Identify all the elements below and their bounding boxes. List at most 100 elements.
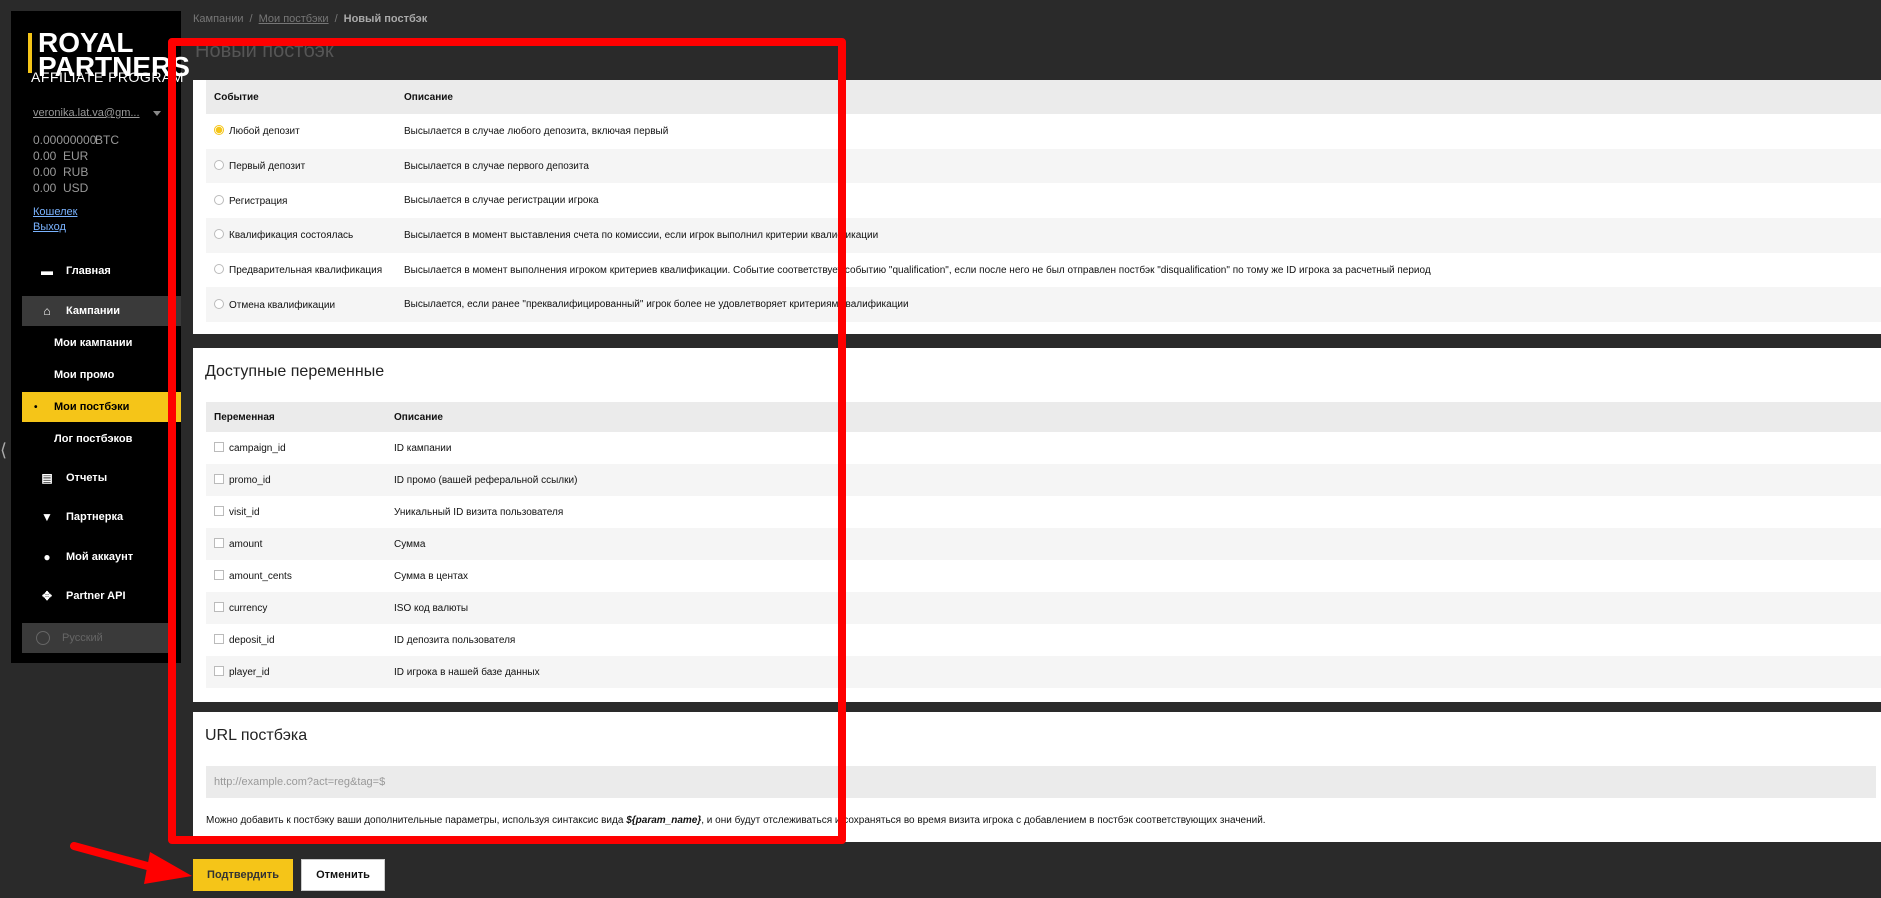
variable-name: currency [229,603,268,614]
nav-my-promo[interactable]: Мои промо [22,360,181,390]
help-text-part: , и они будут отслеживаться и сохранятьс… [701,815,1266,826]
breadcrumb-campaigns[interactable]: Кампании [193,13,244,25]
nav-partner[interactable]: ▼ Партнерка [22,502,181,532]
variable-cell[interactable]: deposit_id [206,624,386,656]
nav-label: Отчеты [66,472,108,484]
variable-checkbox[interactable] [214,602,224,612]
table-row[interactable]: visit_id Уникальный ID визита пользовател… [206,496,1881,528]
variable-name: player_id [229,667,270,678]
url-panel: URL постбэка http://example.com?act=reg&… [193,712,1881,842]
table-row[interactable]: Квалификация состоялась Высылается в моме… [206,218,1881,253]
event-radio[interactable] [214,229,224,240]
campaigns-icon: ⌂ [43,304,51,318]
table-row[interactable]: Первый депозит Высылается в случае первог… [206,148,1881,184]
nav-reports[interactable]: ▤ Отчеты [22,463,181,493]
column-header-description: Описание [396,80,1881,114]
balance-btc: 0.00000000 BTC [33,133,119,147]
nav-my-postbacks[interactable]: Мои постбэки [22,392,181,422]
nav-home[interactable]: ▬ Главная [22,256,181,286]
variable-cell[interactable]: campaign_id [206,432,386,464]
variable-name: amount_cents [229,571,292,582]
nav-postback-log[interactable]: Лог постбэков [22,424,181,454]
nav-account[interactable]: ● Мой аккаунт [22,542,181,572]
wallet-link[interactable]: Кошелек [33,206,77,218]
home-icon: ▬ [41,264,53,278]
variable-checkbox[interactable] [214,570,224,580]
variables-title: Доступные переменные [205,363,385,380]
table-row[interactable]: amount Сумма [206,528,1881,560]
event-cell[interactable]: Регистрация [206,183,396,218]
event-cell[interactable]: Отмена квалификации [206,287,396,323]
table-row[interactable]: Любой депозит Высылается в случае любого … [206,114,1881,149]
table-row[interactable]: Отмена квалификации Высылается, если ране… [206,287,1881,323]
nav-label: Partner API [66,590,126,602]
variable-description: ID кампании [394,442,452,454]
variable-cell[interactable]: promo_id [206,464,386,496]
nav-my-campaigns[interactable]: Мои кампании [22,328,181,358]
variable-checkbox[interactable] [214,442,224,452]
chevron-right-icon [170,513,175,521]
variables-table: Переменная Описание campaign_id ID кампан… [206,402,1881,688]
variable-checkbox[interactable] [214,666,224,676]
variable-description: Сумма в центах [394,570,469,582]
table-row[interactable]: Регистрация Высылается в случае регистрац… [206,183,1881,218]
column-header-variable: Переменная [206,402,386,432]
balance-currency: BTC [95,133,119,147]
event-radio[interactable] [214,264,224,275]
table-row[interactable]: currency ISO код валюты [206,592,1881,624]
confirm-button[interactable]: Подтвердить [193,859,293,891]
globe-icon [36,631,50,645]
event-description: Высылается в случае регистрации игрока [404,195,599,207]
variable-description: Уникальный ID визита пользователя [394,506,564,518]
variable-cell[interactable]: amount_cents [206,560,386,592]
language-select[interactable]: Русский [22,623,172,653]
events-panel: Событие Описание Любой депозит Высылается… [193,80,1881,334]
variable-checkbox[interactable] [214,506,224,516]
balance-eur: 0.00 EUR [33,149,88,163]
variable-cell[interactable]: currency [206,592,386,624]
table-row[interactable]: player_id ID игрока в нашей базе данных [206,656,1881,688]
variable-name: amount [229,539,263,550]
event-label: Любой депозит [229,126,300,138]
event-radio[interactable] [214,160,224,171]
cancel-button[interactable]: Отменить [301,859,385,891]
variable-checkbox[interactable] [214,634,224,644]
variable-cell[interactable]: visit_id [206,496,386,528]
event-cell[interactable]: Квалификация состоялась [206,218,396,253]
event-label: Регистрация [229,195,288,207]
variable-cell[interactable]: amount [206,528,386,560]
variable-description: ID депозита пользователя [394,634,516,646]
event-cell[interactable]: Предварительная квалификация [206,253,396,288]
event-cell[interactable]: Первый депозит [206,148,396,184]
postback-url-input[interactable]: http://example.com?act=reg&tag=$ [206,766,1876,798]
variable-checkbox[interactable] [214,538,224,548]
nav-partner-api[interactable]: ✥ Partner API [22,581,181,611]
event-radio[interactable] [214,298,224,309]
breadcrumb-separator: / [334,13,338,25]
sidebar: ROYAL PARTNERS AFFILIATE PROGRAM veronik… [11,11,190,663]
table-row[interactable]: campaign_id ID кампании [206,432,1881,464]
variable-name: deposit_id [229,635,275,646]
nav-campaigns[interactable]: ⌂ Кампании [22,296,181,326]
user-email-dropdown[interactable]: veronika.lat.va@gm... [33,107,140,119]
variable-cell[interactable]: player_id [206,656,386,688]
table-row[interactable]: deposit_id ID депозита пользователя [206,624,1881,656]
chevron-right-icon [170,553,175,561]
sidebar-collapse-handle[interactable]: ⟨ [0,440,7,461]
variable-description: ISO код валюты [386,592,1881,624]
table-row[interactable]: Предварительная квалификация Высылается в… [206,253,1881,288]
diamond-icon: ▼ [41,510,53,524]
table-row[interactable]: promo_id ID промо (вашей реферальной ссыл… [206,464,1881,496]
breadcrumb-postbacks[interactable]: Мои постбэки [259,13,329,25]
chevron-down-icon[interactable] [153,111,161,116]
variable-name: promo_id [229,475,271,486]
event-cell[interactable]: Любой депозит [206,114,396,149]
clipboard-icon: ▤ [41,471,53,485]
variable-checkbox[interactable] [214,474,224,484]
event-radio[interactable] [214,125,224,136]
logout-link[interactable]: Выход [33,221,66,233]
help-code: ${param_name} [626,815,702,826]
table-row[interactable]: amount_cents Сумма в центах [206,560,1881,592]
event-radio[interactable] [214,194,224,205]
nav-label: Главная [66,265,111,277]
